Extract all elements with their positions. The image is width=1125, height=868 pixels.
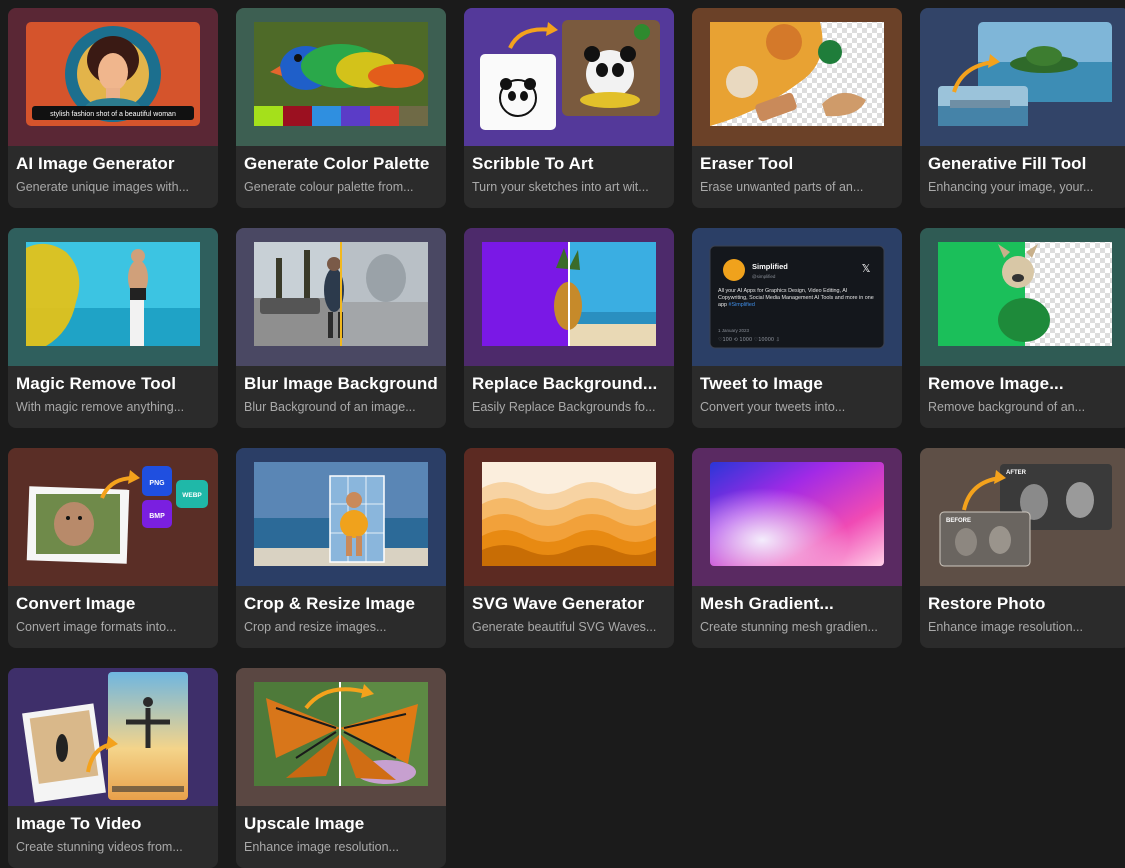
card-title: Magic Remove Tool — [16, 374, 177, 393]
card-thumbnail: AFTER BEFORE — [920, 448, 1125, 586]
parrot-palette-illustration — [236, 8, 446, 146]
card-description: Blur Background of an image... — [244, 400, 416, 414]
card-description: Convert your tweets into... — [700, 400, 846, 414]
card-thumbnail — [8, 228, 218, 366]
card-title: SVG Wave Generator — [472, 594, 645, 613]
card-description: Convert image formats into... — [16, 620, 177, 634]
card-thumbnail — [920, 228, 1125, 366]
tweet-name: Simplified — [752, 262, 788, 271]
island-fill-illustration — [920, 8, 1125, 146]
tool-card-generative-fill-tool[interactable]: Generative Fill Tool Enhancing your imag… — [920, 8, 1125, 208]
dog-remove-illustration — [920, 228, 1125, 366]
card-description: Create stunning videos from... — [16, 840, 183, 854]
tweet-stats: ♡100 ⟲ 1000 ♡10000 ⇩ — [718, 337, 780, 343]
tweet-handle: @simplified — [752, 274, 776, 279]
after-label: AFTER — [1006, 470, 1027, 476]
before-label: BEFORE — [946, 518, 971, 524]
card-title: Crop & Resize Image — [244, 594, 416, 613]
tool-card-tweet-to-image[interactable]: Simplified @simplified 𝕏 All your AI App… — [692, 228, 902, 428]
crop-resize-illustration — [236, 448, 446, 586]
card-title: Upscale Image — [244, 814, 365, 833]
bmp-badge: BMP — [149, 513, 165, 520]
restore-photo-illustration: AFTER BEFORE — [920, 448, 1125, 586]
card-title: Convert Image — [16, 594, 136, 613]
card-thumbnail — [692, 8, 902, 146]
card-description: Enhance image resolution... — [244, 840, 399, 854]
card-title: Tweet to Image — [700, 374, 823, 393]
format-convert-illustration: PNG WEBP BMP — [8, 448, 218, 586]
card-title: Blur Image Background — [244, 374, 438, 393]
ai-portrait-illustration: stylish fashion shot of a beautiful woma… — [8, 8, 218, 146]
tool-card-magic-remove-tool[interactable]: Magic Remove Tool With magic remove anyt… — [8, 228, 218, 428]
tool-card-image-to-video[interactable]: Image To Video Create stunning videos fr… — [8, 668, 218, 868]
card-description: Crop and resize images... — [244, 620, 387, 634]
card-thumbnail — [464, 228, 674, 366]
card-thumbnail — [464, 448, 674, 586]
card-description: Enhance image resolution... — [928, 620, 1083, 634]
card-description: Turn your sketches into art wit... — [472, 180, 649, 194]
mesh-gradient-illustration — [692, 448, 902, 586]
butterfly-upscale-illustration — [236, 668, 446, 806]
x-logo-icon: 𝕏 — [862, 262, 871, 275]
tweet-hashtag: #Simplified — [728, 302, 755, 308]
card-thumbnail — [236, 8, 446, 146]
card-thumbnail: PNG WEBP BMP — [8, 448, 218, 586]
tool-card-eraser-tool[interactable]: Eraser Tool Erase unwanted parts of an..… — [692, 8, 902, 208]
svg-wave-illustration — [464, 448, 674, 586]
tools-grid: stylish fashion shot of a beautiful woma… — [0, 0, 1125, 868]
card-title: Replace Background... — [472, 374, 658, 393]
tweet-card-illustration: Simplified @simplified 𝕏 All your AI App… — [692, 228, 902, 366]
card-thumbnail — [8, 668, 218, 806]
tool-card-replace-background[interactable]: Replace Background... Easily Replace Bac… — [464, 228, 674, 428]
card-title: Image To Video — [16, 814, 142, 833]
webp-badge: WEBP — [182, 492, 202, 499]
tool-card-upscale-image[interactable]: Upscale Image Enhance image resolution..… — [236, 668, 446, 868]
panda-sketch-illustration — [464, 8, 674, 146]
card-title: Remove Image... — [928, 374, 1064, 393]
tool-card-generate-color-palette[interactable]: Generate Color Palette Generate colour p… — [236, 8, 446, 208]
tool-card-convert-image[interactable]: PNG WEBP BMP Convert Image Convert image… — [8, 448, 218, 648]
tool-card-blur-image-background[interactable]: Blur Image Background Blur Background of… — [236, 228, 446, 428]
card-description: Create stunning mesh gradien... — [700, 620, 878, 634]
tool-card-scribble-to-art[interactable]: Scribble To Art Turn your sketches into … — [464, 8, 674, 208]
card-description: With magic remove anything... — [16, 400, 185, 414]
card-description: Remove background of an... — [928, 400, 1086, 414]
prompt-caption: stylish fashion shot of a beautiful woma… — [50, 111, 176, 118]
card-title: Scribble To Art — [472, 154, 594, 173]
card-thumbnail — [236, 228, 446, 366]
png-badge: PNG — [149, 480, 165, 487]
card-title: AI Image Generator — [16, 154, 175, 173]
card-thumbnail: Simplified @simplified 𝕏 All your AI App… — [692, 228, 902, 366]
tool-card-mesh-gradient[interactable]: Mesh Gradient... Create stunning mesh gr… — [692, 448, 902, 648]
tool-card-svg-wave-generator[interactable]: SVG Wave Generator Generate beautiful SV… — [464, 448, 674, 648]
card-thumbnail — [236, 448, 446, 586]
pineapple-replace-illustration — [464, 228, 674, 366]
card-description: Erase unwanted parts of an... — [700, 180, 864, 194]
tool-card-restore-photo[interactable]: AFTER BEFORE Restore Photo Enhance image… — [920, 448, 1125, 648]
card-title: Mesh Gradient... — [700, 594, 834, 613]
tool-card-ai-image-generator[interactable]: stylish fashion shot of a beautiful woma… — [8, 8, 218, 208]
street-blur-illustration — [236, 228, 446, 366]
card-thumbnail — [920, 8, 1125, 146]
card-thumbnail — [236, 668, 446, 806]
card-description: Generate unique images with... — [16, 180, 190, 194]
card-thumbnail — [464, 8, 674, 146]
card-title: Generative Fill Tool — [928, 154, 1087, 173]
card-description: Enhancing your image, your... — [928, 180, 1094, 194]
tool-card-crop-resize-image[interactable]: Crop & Resize Image Crop and resize imag… — [236, 448, 446, 648]
card-title: Eraser Tool — [700, 154, 794, 173]
card-thumbnail — [692, 448, 902, 586]
tweet-date: 1 January 2023 — [718, 328, 750, 333]
card-description: Generate beautiful SVG Waves... — [472, 620, 657, 634]
card-title: Restore Photo — [928, 594, 1046, 613]
tool-card-remove-image-background[interactable]: Remove Image... Remove background of an.… — [920, 228, 1125, 428]
card-description: Easily Replace Backgrounds fo... — [472, 400, 656, 414]
card-title: Generate Color Palette — [244, 154, 430, 173]
food-eraser-illustration — [692, 8, 902, 146]
image-video-illustration — [8, 668, 218, 806]
card-description: Generate colour palette from... — [244, 180, 414, 194]
beach-remove-illustration — [8, 228, 218, 366]
card-thumbnail: stylish fashion shot of a beautiful woma… — [8, 8, 218, 146]
